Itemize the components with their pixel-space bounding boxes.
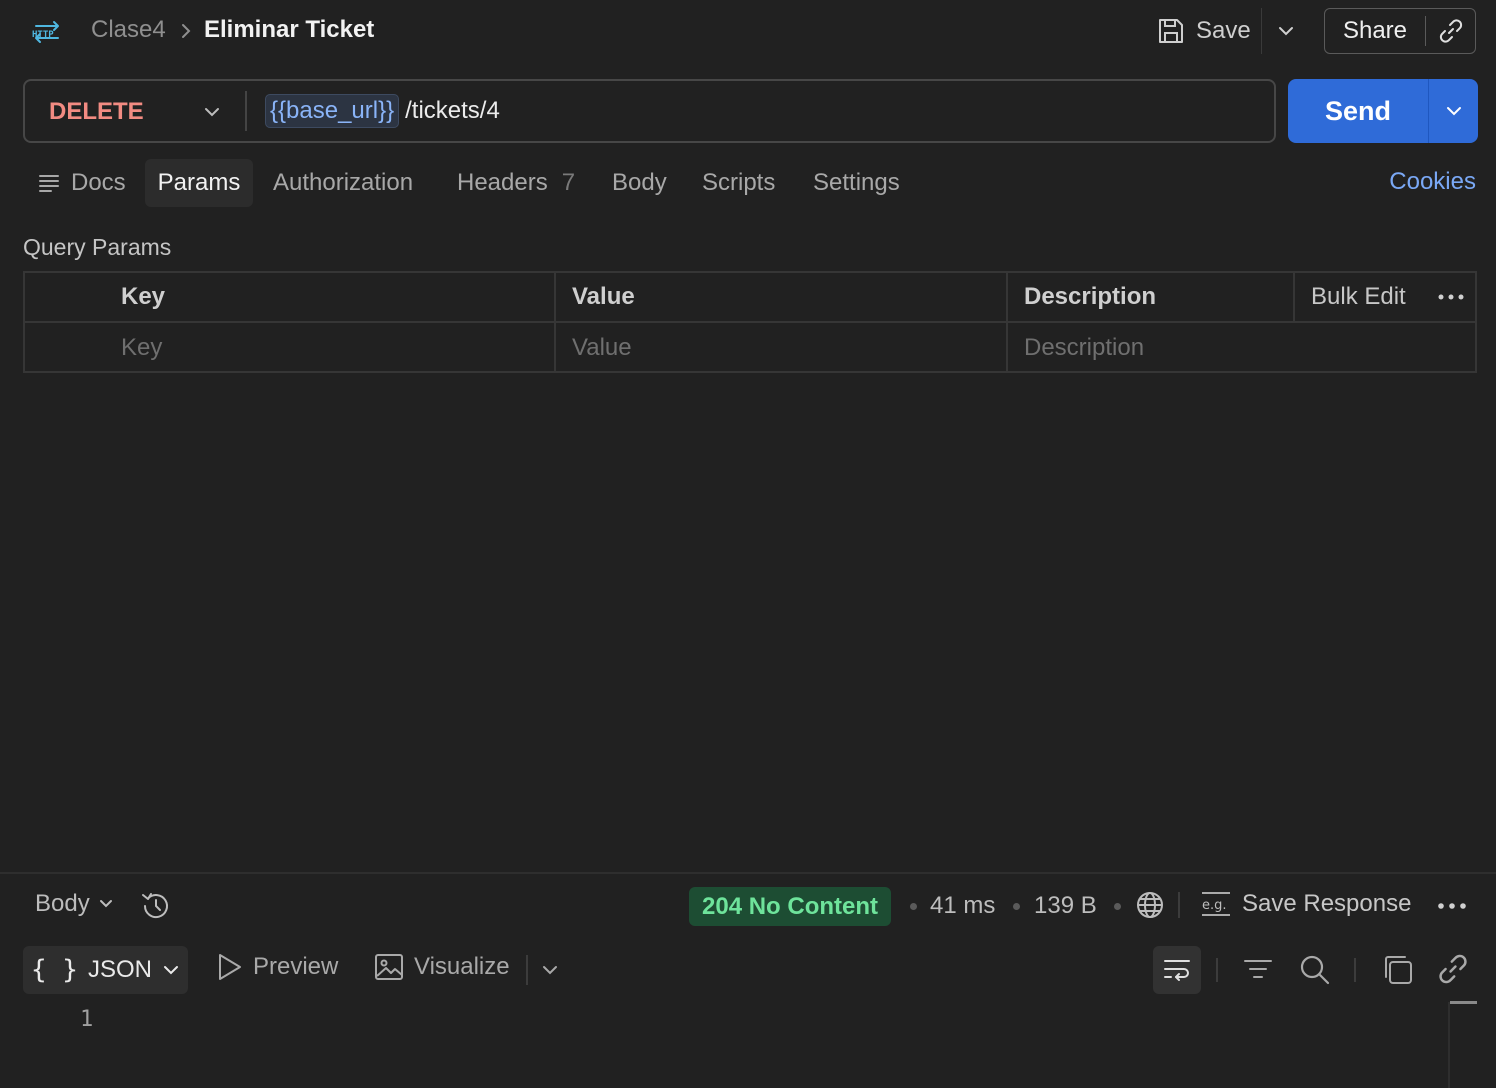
visualize-label: Visualize — [414, 953, 510, 980]
tab-authorization[interactable]: Authorization — [273, 159, 413, 207]
save-icon — [1156, 16, 1186, 46]
save-response-button[interactable]: e.g. Save Response — [1200, 890, 1411, 918]
params-table: Key Value Description Bulk Edit Key Valu… — [23, 271, 1477, 373]
divider — [245, 91, 247, 131]
docs-icon — [37, 171, 61, 195]
scrollbar-track[interactable] — [1448, 1002, 1450, 1088]
copy-icon[interactable] — [1381, 953, 1415, 987]
table-header-row: Key Value Description Bulk Edit — [25, 273, 1475, 323]
example-icon: e.g. — [1200, 890, 1232, 918]
method-select[interactable]: DELETE — [49, 97, 221, 127]
play-icon — [215, 952, 243, 982]
cookies-link[interactable]: Cookies — [1389, 168, 1476, 196]
http-icon: HTTP — [30, 18, 64, 44]
image-icon — [374, 952, 404, 982]
divider — [526, 955, 528, 985]
chevron-right-icon — [180, 23, 192, 39]
chevron-down-icon — [1445, 105, 1463, 117]
headers-count-badge: 7 — [561, 169, 576, 196]
svg-text:e.g.: e.g. — [1202, 898, 1227, 913]
divider — [1216, 958, 1218, 982]
section-title: Query Params — [23, 234, 172, 260]
chevron-down-icon — [203, 106, 221, 118]
tab-scripts[interactable]: Scripts — [702, 159, 775, 207]
send-group: Send — [1288, 79, 1478, 143]
link-icon — [1438, 18, 1464, 44]
save-label: Save — [1196, 17, 1251, 44]
tab-headers-label: Headers — [457, 169, 548, 196]
preview-label: Preview — [253, 953, 339, 980]
column-header-key: Key — [25, 273, 556, 321]
status-badge: 204 No Content — [689, 887, 892, 926]
value-input[interactable]: Value — [556, 323, 1008, 373]
url-bar: DELETE {{base_url}} /tickets/4 — [23, 79, 1276, 143]
bulk-edit-button[interactable]: Bulk Edit — [1311, 283, 1406, 311]
key-input[interactable]: Key — [25, 323, 556, 373]
save-response-label: Save Response — [1242, 890, 1412, 917]
search-icon[interactable] — [1298, 953, 1332, 987]
share-button[interactable]: Share — [1325, 17, 1425, 45]
response-body-select[interactable]: Body — [35, 890, 114, 918]
filter-icon[interactable] — [1242, 955, 1274, 985]
tab-body[interactable]: Body — [612, 159, 667, 207]
divider — [1354, 958, 1356, 982]
column-header-value: Value — [556, 273, 1008, 321]
tab-params[interactable]: Params — [145, 159, 253, 207]
response-time: 41 ms — [930, 892, 996, 919]
separator-dot — [1013, 903, 1020, 910]
tab-headers[interactable]: Headers 7 — [457, 159, 575, 207]
format-select[interactable]: { } JSON — [23, 946, 188, 994]
scrollbar-thumb[interactable] — [1450, 1001, 1477, 1004]
response-size: 139 B — [1034, 892, 1097, 919]
line-number: 1 — [80, 1007, 94, 1032]
share-group: Share — [1324, 8, 1476, 54]
format-label: JSON — [87, 956, 152, 983]
tab-docs[interactable]: Docs — [33, 159, 130, 207]
separator-dot — [1114, 903, 1121, 910]
save-button[interactable]: Save — [1150, 10, 1257, 52]
wrap-lines-button[interactable] — [1153, 946, 1201, 994]
divider — [1178, 892, 1180, 918]
more-icon[interactable] — [1436, 902, 1468, 910]
column-header-description: Description — [1008, 273, 1295, 321]
chevron-down-icon — [162, 964, 180, 976]
divider — [1261, 8, 1262, 54]
column-header-actions: Bulk Edit — [1295, 273, 1475, 321]
description-input[interactable]: Description — [1008, 323, 1475, 373]
link-icon[interactable] — [1437, 953, 1469, 985]
response-body-label: Body — [35, 890, 90, 917]
visualize-button[interactable]: Visualize — [374, 952, 510, 982]
page-title[interactable]: Eliminar Ticket — [204, 16, 374, 44]
braces-icon: { } — [31, 955, 78, 985]
separator-dot — [910, 903, 917, 910]
preview-button[interactable]: Preview — [215, 952, 338, 982]
url-input[interactable]: {{base_url}} /tickets/4 — [265, 93, 500, 129]
url-path: /tickets/4 — [405, 97, 500, 124]
globe-icon[interactable] — [1135, 890, 1165, 920]
chevron-down-icon — [1277, 25, 1295, 37]
wrap-icon — [1162, 956, 1192, 984]
tab-settings[interactable]: Settings — [813, 159, 900, 207]
tab-docs-label: Docs — [71, 169, 126, 196]
url-variable-chip[interactable]: {{base_url}} — [265, 94, 400, 128]
table-row: Key Value Description — [25, 323, 1475, 373]
send-options-button[interactable] — [1429, 105, 1478, 117]
more-icon[interactable] — [1437, 293, 1465, 301]
copy-link-button[interactable] — [1426, 18, 1475, 44]
breadcrumb-parent[interactable]: Clase4 — [91, 16, 166, 44]
save-options-button[interactable] — [1272, 18, 1300, 44]
chevron-down-icon — [98, 898, 114, 910]
method-label: DELETE — [49, 98, 144, 125]
send-button[interactable]: Send — [1288, 96, 1428, 127]
chevron-down-icon[interactable] — [540, 958, 560, 982]
history-icon[interactable] — [139, 889, 173, 923]
pane-divider[interactable] — [0, 872, 1496, 874]
